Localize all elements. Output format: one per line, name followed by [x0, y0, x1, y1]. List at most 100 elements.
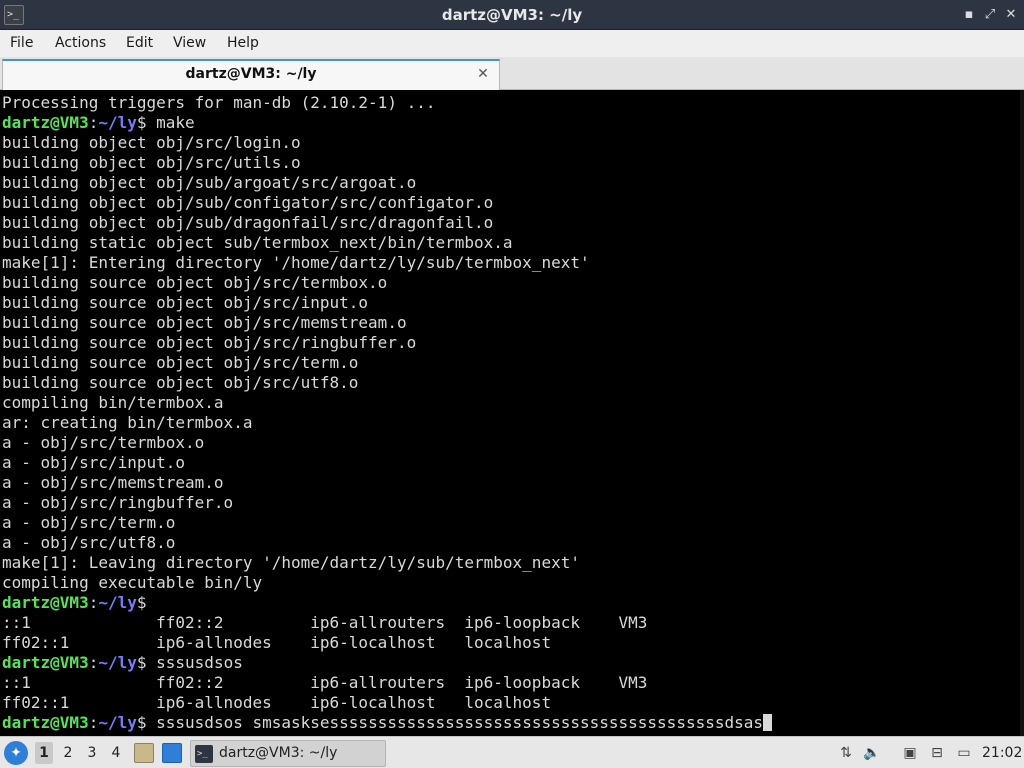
terminal-line: building object obj/src/utils.o — [2, 153, 1024, 173]
output-text: ff02::1 ip6-allnodes ip6-localhost local… — [2, 693, 552, 712]
prompt-user: dartz@VM3 — [2, 653, 89, 672]
menu-help[interactable]: Help — [227, 30, 259, 57]
output-text: ar: creating bin/termbox.a — [2, 413, 253, 432]
output-text: building source object obj/src/ringbuffe… — [2, 333, 417, 352]
prompt-user: dartz@VM3 — [2, 113, 89, 132]
prompt-colon: : — [88, 653, 99, 672]
taskbar: ✦ 1 2 3 4 >_ dartz@VM3: ~/ly ⇅ 🔈 ▣ ⊟ ▭ 2… — [0, 736, 1024, 768]
output-text: building object obj/src/utils.o — [2, 153, 301, 172]
close-button[interactable]: ✕ — [1002, 5, 1020, 25]
terminal-line: Processing triggers for man-db (2.10.2-1… — [2, 93, 1024, 113]
workspace-4[interactable]: 4 — [107, 742, 125, 764]
terminal-tab[interactable]: dartz@VM3: ~/ly ✕ — [2, 59, 500, 90]
output-text: ::1 ff02::2 ip6-allrouters ip6-loopback … — [2, 673, 648, 692]
output-text: Processing triggers for man-db (2.10.2-1… — [2, 93, 436, 112]
output-text: a - obj/src/utf8.o — [2, 533, 176, 552]
workspace-1[interactable]: 1 — [35, 742, 53, 764]
terminal-line: building static object sub/termbox_next/… — [2, 233, 1024, 253]
terminal-icon: >_ — [195, 745, 213, 763]
workspace-3[interactable]: 3 — [83, 742, 101, 764]
prompt-path: ~/ly — [98, 113, 137, 132]
prompt-colon: : — [88, 113, 99, 132]
output-text: a - obj/src/termbox.o — [2, 433, 205, 452]
taskbar-window-button[interactable]: >_ dartz@VM3: ~/ly — [190, 740, 386, 767]
terminal-line: ar: creating bin/termbox.a — [2, 413, 1024, 433]
maximize-button[interactable]: ⤢ — [981, 5, 999, 25]
output-text: building source object obj/src/term.o — [2, 353, 359, 372]
terminal-line: building object obj/sub/argoat/src/argoa… — [2, 173, 1024, 193]
terminal-line: building source object obj/src/utf8.o — [2, 373, 1024, 393]
terminal-output[interactable]: Processing triggers for man-db (2.10.2-1… — [0, 90, 1024, 736]
output-text: ff02::1 ip6-allnodes ip6-localhost local… — [2, 633, 552, 652]
clock[interactable]: 21:02 — [982, 737, 1022, 768]
prompt-colon: : — [88, 593, 99, 612]
terminal-cursor — [763, 714, 773, 731]
output-text: make[1]: Leaving directory '/home/dartz/… — [2, 553, 580, 572]
output-text: compiling bin/termbox.a — [2, 393, 224, 412]
terminal-line: make[1]: Entering directory '/home/dartz… — [2, 253, 1024, 273]
menu-file[interactable]: File — [10, 30, 33, 57]
terminal-line: building source object obj/src/ringbuffe… — [2, 333, 1024, 353]
minimize-button[interactable]: ▪ — [960, 5, 978, 25]
terminal-line: a - obj/src/termbox.o — [2, 433, 1024, 453]
menu-edit[interactable]: Edit — [126, 30, 153, 57]
output-text: building object obj/src/login.o — [2, 133, 301, 152]
output-text: ::1 ff02::2 ip6-allrouters ip6-loopback … — [2, 613, 648, 632]
terminal-line: dartz@VM3:~/ly$ sssusdsos smsasksessssss… — [2, 713, 1024, 733]
output-text: building source object obj/src/termbox.o — [2, 273, 388, 292]
network-icon[interactable]: ⊟ — [927, 743, 947, 763]
terminal-line: building source object obj/src/input.o — [2, 293, 1024, 313]
taskbar-window-label: dartz@VM3: ~/ly — [219, 745, 338, 761]
output-text: building static object sub/termbox_next/… — [2, 233, 513, 252]
prompt-colon: : — [88, 713, 99, 732]
terminal-line: ::1 ff02::2 ip6-allrouters ip6-loopback … — [2, 613, 1024, 633]
prompt-path: ~/ly — [98, 593, 137, 612]
terminal-line: ff02::1 ip6-allnodes ip6-localhost local… — [2, 633, 1024, 653]
clipboard-icon[interactable]: ▣ — [900, 743, 920, 763]
output-text: building source object obj/src/memstream… — [2, 313, 407, 332]
output-text: building object obj/sub/dragonfail/src/d… — [2, 213, 494, 232]
output-text: a - obj/src/memstream.o — [2, 473, 224, 492]
prompt-command: $ sssusdsos smsasksessssssssssssssssssss… — [136, 713, 764, 732]
terminal-line: ::1 ff02::2 ip6-allrouters ip6-loopback … — [2, 673, 1024, 693]
terminal-line: building source object obj/src/termbox.o — [2, 273, 1024, 293]
prompt-path: ~/ly — [98, 653, 137, 672]
lxqt-start-icon[interactable]: ✦ — [4, 741, 28, 765]
terminal-line: building source object obj/src/term.o — [2, 353, 1024, 373]
screen-icon[interactable]: ▭ — [954, 743, 974, 763]
output-text: building object obj/sub/configator/src/c… — [2, 193, 494, 212]
volume-icon[interactable]: 🔈 — [862, 743, 882, 763]
update-notifier-icon[interactable]: ⇅ — [836, 743, 856, 763]
output-text: a - obj/src/ringbuffer.o — [2, 493, 234, 512]
prompt-command: $ make — [136, 113, 195, 132]
tab-close-icon[interactable]: ✕ — [475, 65, 491, 83]
prompt-command: $ — [136, 593, 147, 612]
terminal-line: compiling bin/termbox.a — [2, 393, 1024, 413]
output-text: make[1]: Entering directory '/home/dartz… — [2, 253, 590, 272]
terminal-scrollbar[interactable] — [1020, 90, 1024, 736]
terminal-line: a - obj/src/input.o — [2, 453, 1024, 473]
output-text: building object obj/sub/argoat/src/argoa… — [2, 173, 417, 192]
terminal-line: building object obj/src/login.o — [2, 133, 1024, 153]
menu-view[interactable]: View — [173, 30, 206, 57]
prompt-path: ~/ly — [98, 713, 137, 732]
terminal-line: dartz@VM3:~/ly$ — [2, 593, 1024, 613]
prompt-command: $ sssusdsos — [136, 653, 243, 672]
terminal-line: a - obj/src/memstream.o — [2, 473, 1024, 493]
file-manager-icon[interactable] — [134, 743, 154, 763]
terminal-line: building source object obj/src/memstream… — [2, 313, 1024, 333]
workspace-2[interactable]: 2 — [59, 742, 77, 764]
show-desktop-icon[interactable] — [162, 743, 182, 763]
menu-actions[interactable]: Actions — [55, 30, 106, 57]
terminal-line: building object obj/sub/configator/src/c… — [2, 193, 1024, 213]
window-titlebar[interactable]: >_ dartz@VM3: ~/ly ▪ ⤢ ✕ — [0, 0, 1024, 30]
terminal-line: a - obj/src/utf8.o — [2, 533, 1024, 553]
window-title: dartz@VM3: ~/ly — [441, 6, 583, 24]
output-text: a - obj/src/input.o — [2, 453, 186, 472]
terminal-line: a - obj/src/ringbuffer.o — [2, 493, 1024, 513]
output-text: a - obj/src/term.o — [2, 513, 176, 532]
prompt-user: dartz@VM3 — [2, 593, 89, 612]
tab-bar: dartz@VM3: ~/ly ✕ — [0, 57, 1024, 90]
terminal-line: a - obj/src/term.o — [2, 513, 1024, 533]
terminal-line: building object obj/sub/dragonfail/src/d… — [2, 213, 1024, 233]
